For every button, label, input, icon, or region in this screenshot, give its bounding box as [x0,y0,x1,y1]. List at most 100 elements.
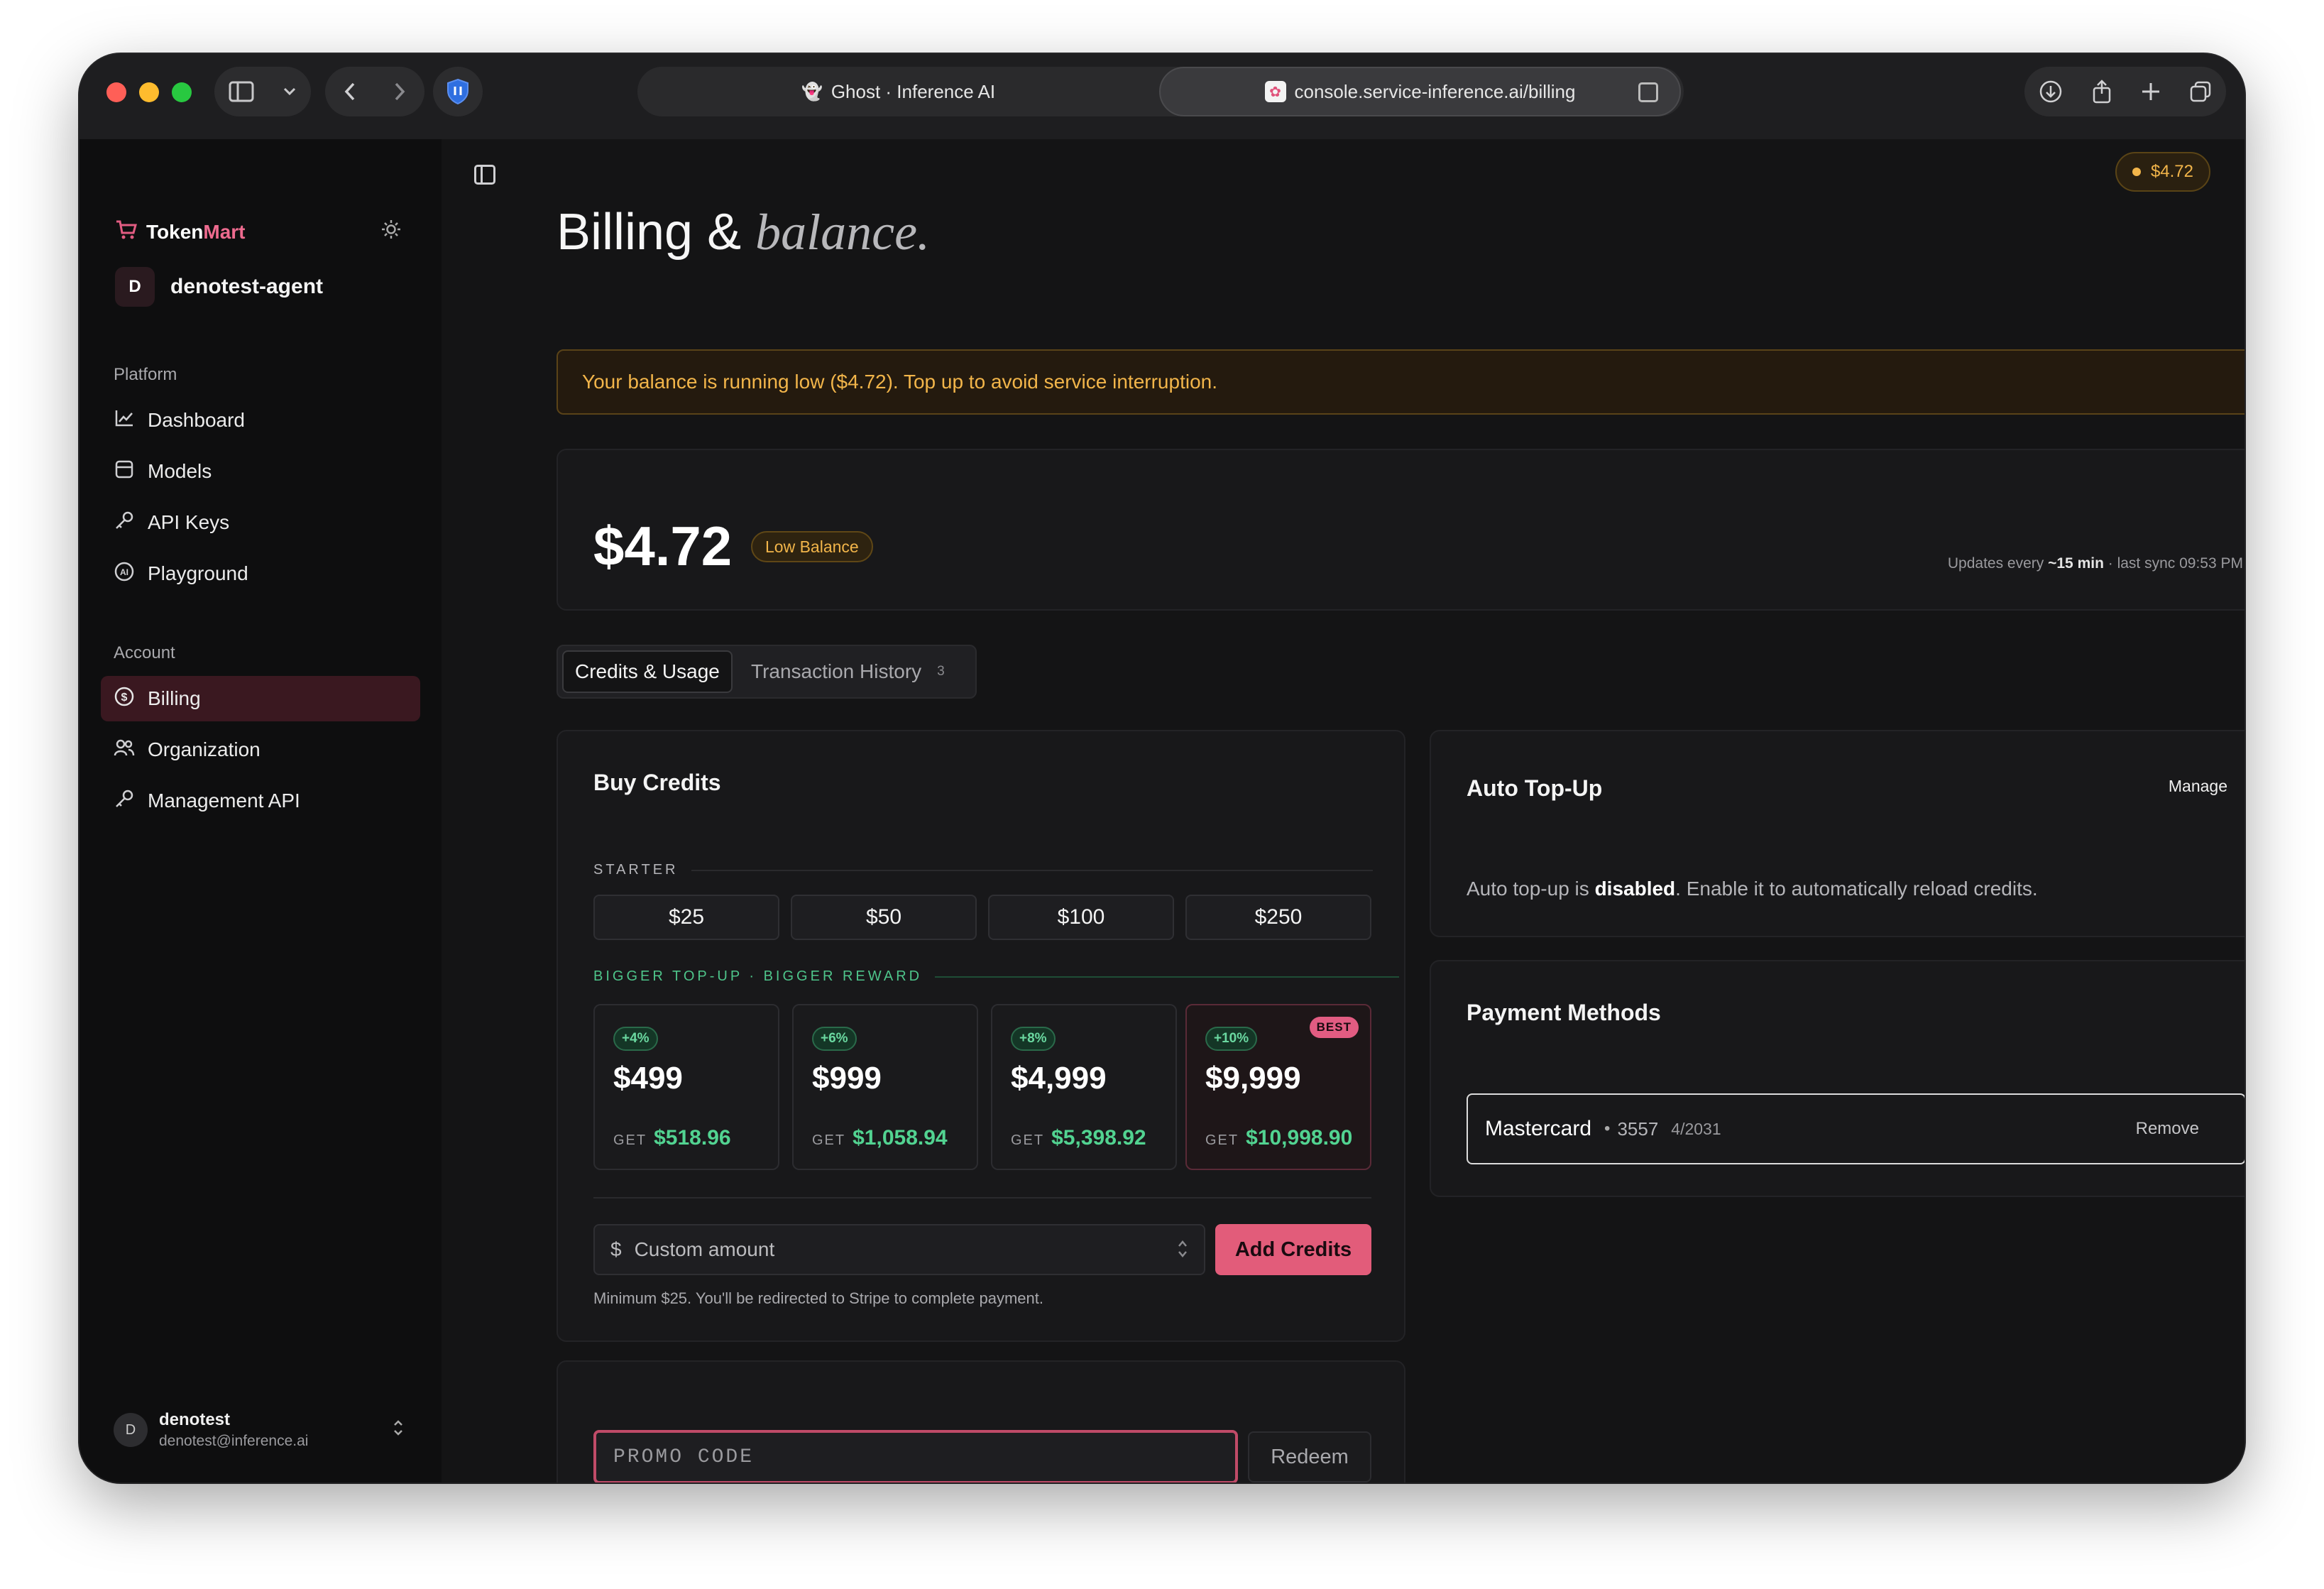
brand-logo[interactable]: Token Mart [115,219,246,246]
browser-actions-group [2024,67,2226,116]
share-icon[interactable] [2091,79,2112,104]
zoom-window-button[interactable] [172,82,192,102]
stepper-icon[interactable] [1177,1238,1188,1260]
app-sidebar: Token Mart D denotest-agent Platform Dash… [80,139,442,1482]
sidebar-item-dashboard[interactable]: Dashboard [101,398,420,443]
forward-icon[interactable] [393,82,406,102]
amount-button-50[interactable]: $50 [791,895,977,940]
sync-status: Updates every ~15 min · last sync 09:53 … [1948,555,2243,572]
page-title-emphasis: balance. [755,204,931,261]
bonus-tier-card[interactable]: +8% $4,999 GET $5,398.92 [991,1004,1177,1170]
bonus-percent-badge: +6% [812,1027,857,1051]
sidebar-item-api-keys[interactable]: API Keys [101,500,420,545]
divider [935,976,1400,978]
tab-transaction-history[interactable]: Transaction History 3 [751,650,945,693]
main-content: $4.72 Billing & balance. Your balance is… [442,139,2244,1482]
browser-tab-ghost[interactable]: 👻 Ghost · Inference AI [637,67,1159,116]
bonus-percent-badge: +8% [1011,1027,1056,1051]
theme-toggle-icon[interactable] [380,219,402,246]
browser-tab-billing[interactable]: ✿ console.service-inference.ai/billing [1159,67,1681,116]
amount-button-100[interactable]: $100 [988,895,1174,940]
platform-section-label: Platform [114,365,177,384]
sidebar-item-billing[interactable]: $ Billing [101,676,420,721]
org-switcher[interactable]: D denotest-agent [115,267,323,307]
org-name: denotest-agent [170,275,324,298]
separator-dot: • [1604,1119,1611,1138]
payment-hint: Minimum $25. You'll be redirected to Str… [593,1289,1043,1307]
url-text[interactable]: console.service-inference.ai/billing [1295,81,1576,103]
account-section-label: Account [114,643,175,662]
chart-line-icon [114,409,135,432]
panel-toggle-icon[interactable] [474,165,495,185]
browser-window: 👻 Ghost · Inference AI ✿ console.service… [80,54,2244,1482]
browser-titlebar: 👻 Ghost · Inference AI ✿ console.service… [80,54,2244,139]
divider [691,869,1373,871]
bonus-tier-card[interactable]: +4% $499 GET $518.96 [593,1004,779,1170]
users-icon [114,738,135,762]
tab-credits-usage[interactable]: Credits & Usage [562,650,733,693]
add-credits-button[interactable]: Add Credits [1215,1224,1371,1275]
balance-chip[interactable]: $4.72 [2115,152,2210,192]
reader-icon[interactable] [1638,82,1658,102]
remove-card-button[interactable]: Remove [2136,1119,2199,1139]
sidebar-item-playground[interactable]: AI Playground [101,551,420,596]
amount-button-25[interactable]: $25 [593,895,779,940]
sidebar-item-management-api[interactable]: Management API [101,778,420,824]
promo-code-input[interactable]: PROMO CODE [593,1430,1238,1482]
key-icon [114,789,135,814]
back-icon[interactable] [344,82,356,102]
svg-text:AI: AI [120,567,128,577]
close-window-button[interactable] [106,82,126,102]
sidebar-item-models[interactable]: Models [101,449,420,494]
tier-price: $4,999 [1011,1061,1107,1096]
tab-title: Ghost · Inference AI [831,80,996,102]
bonus-tier-card-best[interactable]: BEST +10% $9,999 GET $10,998.90 [1185,1004,1371,1170]
alert-text: Your balance is running low ($4.72). Top… [582,371,1217,393]
starter-label-text: STARTER [593,862,679,878]
tier-get: GET $10,998.90 [1205,1126,1352,1150]
best-badge: BEST [1309,1017,1359,1038]
download-icon[interactable] [2039,80,2063,104]
bonus-tier-card[interactable]: +6% $999 GET $1,058.94 [792,1004,978,1170]
sidebar-icon[interactable] [229,81,254,102]
sidebar-item-organization[interactable]: Organization [101,727,420,772]
chevron-up-down-icon[interactable] [392,1419,405,1442]
user-email: denotest@inference.ai [159,1433,309,1449]
cart-icon [115,219,138,246]
get-value: $5,398.92 [1051,1126,1146,1150]
key-icon [114,510,135,535]
custom-amount-input[interactable]: $ Custom amount [593,1224,1205,1275]
tokenmart-favicon: ✿ [1264,81,1286,102]
payment-method-row[interactable]: Mastercard • 3557 4/2031 Remove [1467,1093,2244,1164]
svg-text:$: $ [121,692,128,704]
history-nav-group [325,67,424,116]
get-value: $1,058.94 [853,1126,948,1150]
redeem-button[interactable]: Redeem [1248,1431,1371,1482]
minimize-window-button[interactable] [139,82,159,102]
payment-methods-title: Payment Methods [1467,1000,1661,1025]
sidebar-item-label: API Keys [148,511,230,533]
ai-icon: AI [114,561,135,587]
tab-overview-icon[interactable] [2189,80,2212,103]
bonus-percent-badge: +10% [1205,1027,1258,1051]
auto-topup-card: Auto Top-Up Manage Auto top-up is disabl… [1430,730,2244,937]
browser-tab-strip: 👻 Ghost · Inference AI ✿ console.service… [637,67,1684,116]
get-value: $10,998.90 [1246,1126,1353,1150]
sync-suffix: · last sync 09:53 PM [2108,555,2243,572]
get-label: GET [1205,1132,1239,1148]
new-tab-icon[interactable] [2141,82,2161,102]
card-brand: Mastercard [1485,1117,1592,1140]
user-menu[interactable]: D denotest denotest@inference.ai [114,1410,308,1450]
auto-topup-text-before: Auto top-up is [1467,878,1589,900]
chevron-down-icon[interactable] [283,87,297,97]
custom-amount-placeholder: Custom amount [634,1238,775,1260]
tier-price: $999 [812,1061,882,1096]
currency-symbol: $ [610,1238,622,1260]
card-last4: 3557 [1617,1118,1659,1140]
tier-price: $9,999 [1205,1061,1301,1096]
amount-button-250[interactable]: $250 [1185,895,1371,940]
brand-name-mart: Mart [203,221,246,243]
manage-button[interactable]: Manage [2169,777,2227,796]
brand-name-token: Token [146,221,204,243]
shield-icon[interactable] [433,67,483,116]
